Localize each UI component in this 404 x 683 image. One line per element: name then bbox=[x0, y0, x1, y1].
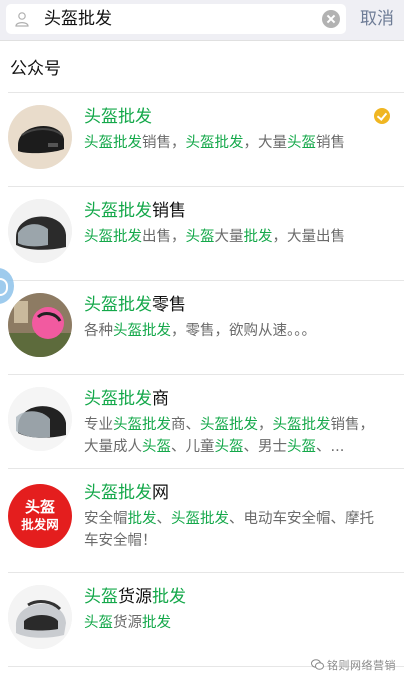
red-logo-avatar[interactable]: 头盔 批发网 bbox=[8, 484, 72, 548]
description-text: 大量 bbox=[214, 229, 244, 245]
description-text: ，大量出售 bbox=[272, 229, 346, 245]
watermark: 铭则网络营销 bbox=[311, 657, 396, 673]
search-input[interactable]: 头盔批发 bbox=[6, 4, 346, 34]
keyword-highlight: 头盔批发 bbox=[84, 201, 152, 221]
verified-icon bbox=[374, 108, 390, 124]
description-text: 、儿童 bbox=[171, 439, 215, 455]
keyword-highlight: 头盔 bbox=[84, 587, 118, 607]
result-title[interactable]: 头盔货源批发 bbox=[84, 586, 186, 608]
matte-helmet-avatar[interactable] bbox=[8, 199, 72, 263]
result-row[interactable]: 头盔批发商 专业头盔批发商、头盔批发，头盔批发销售，大量成人头盔、儿童头盔、男士头… bbox=[0, 374, 404, 468]
description-text: 安全帽 bbox=[84, 511, 128, 527]
black-helmet-avatar[interactable] bbox=[8, 105, 72, 169]
description-text: 、男士 bbox=[243, 439, 288, 455]
result-description: 专业头盔批发商、头盔批发，头盔批发销售，大量成人头盔、儿童头盔、男士头盔、... bbox=[84, 414, 384, 458]
pink-helmet-avatar[interactable] bbox=[8, 293, 72, 357]
result-row[interactable]: 头盔批发 头盔批发销售，头盔批发，大量头盔销售 bbox=[0, 92, 404, 186]
avatar-logo-text: 批发网 bbox=[21, 517, 59, 532]
title-text: 网 bbox=[152, 483, 169, 503]
description-text: 货源 bbox=[113, 615, 142, 631]
keyword-highlight: 头盔 bbox=[287, 439, 316, 455]
keyword-highlight: 头盔批发 bbox=[84, 107, 152, 127]
keyword-highlight: 头盔批发 bbox=[185, 135, 244, 151]
title-text: 零售 bbox=[152, 295, 186, 315]
search-query[interactable]: 头盔批发 bbox=[44, 8, 112, 30]
description-text: ，零售，欲购从速。。。 bbox=[171, 323, 316, 339]
description-text: 出售， bbox=[142, 229, 186, 245]
keyword-highlight: 批发 bbox=[142, 615, 171, 631]
title-text: 货源 bbox=[118, 587, 152, 607]
keyword-highlight: 头盔批发 bbox=[84, 389, 152, 409]
result-title[interactable]: 头盔批发零售 bbox=[84, 294, 186, 316]
keyword-highlight: 头盔 bbox=[214, 439, 244, 455]
contact-search-icon bbox=[15, 12, 29, 27]
clear-icon[interactable] bbox=[322, 10, 340, 28]
result-row[interactable]: 头盔货源批发 头盔货源批发 bbox=[0, 572, 404, 666]
keyword-highlight: 头盔批发 bbox=[84, 483, 152, 503]
keyword-highlight: 头盔 bbox=[84, 615, 113, 631]
result-title[interactable]: 头盔批发商 bbox=[84, 388, 169, 410]
keyword-highlight: 头盔批发 bbox=[200, 417, 258, 433]
cancel-button[interactable]: 取消 bbox=[360, 7, 394, 31]
result-title[interactable]: 头盔批发 bbox=[84, 106, 152, 128]
result-row[interactable]: 头盔 批发网 头盔批发网 安全帽批发、头盔批发、电动车安全帽、摩托车安全帽！ bbox=[0, 468, 404, 572]
keyword-highlight: 批发 bbox=[152, 587, 186, 607]
description-text: 各种 bbox=[84, 323, 113, 339]
keyword-highlight: 批发 bbox=[243, 229, 273, 245]
keyword-highlight: 头盔批发 bbox=[272, 417, 331, 433]
keyword-highlight: 批发 bbox=[127, 511, 157, 527]
result-description: 头盔批发出售，头盔大量批发，大量出售 bbox=[84, 226, 384, 248]
keyword-highlight: 头盔 bbox=[142, 439, 171, 455]
result-description: 头盔批发销售，头盔批发，大量头盔销售 bbox=[84, 132, 384, 154]
description-text: ， bbox=[258, 417, 273, 433]
keyword-highlight: 头盔批发 bbox=[171, 511, 229, 527]
description-text: 商、 bbox=[171, 417, 200, 433]
keyword-highlight: 头盔 bbox=[185, 229, 215, 245]
watermark-text: 铭则网络营销 bbox=[327, 659, 396, 672]
keyword-highlight: 头盔批发 bbox=[84, 135, 142, 151]
wechat-icon bbox=[311, 659, 324, 670]
description-text: 、... bbox=[316, 439, 345, 455]
keyword-highlight: 头盔批发 bbox=[84, 229, 142, 245]
title-text: 商 bbox=[152, 389, 169, 409]
result-description: 安全帽批发、头盔批发、电动车安全帽、摩托车安全帽！ bbox=[84, 508, 384, 552]
keyword-highlight: 头盔批发 bbox=[113, 323, 171, 339]
result-description: 头盔货源批发 bbox=[84, 612, 384, 634]
result-title[interactable]: 头盔批发网 bbox=[84, 482, 169, 504]
result-row[interactable]: 头盔批发零售 各种头盔批发，零售，欲购从速。。。 bbox=[0, 280, 404, 374]
result-title[interactable]: 头盔批发销售 bbox=[84, 200, 186, 222]
description-text: 专业 bbox=[84, 417, 113, 433]
description-text: 销售， bbox=[142, 135, 186, 151]
result-row[interactable]: 头盔批发销售 头盔批发出售，头盔大量批发，大量出售 bbox=[0, 186, 404, 280]
keyword-highlight: 头盔 bbox=[287, 135, 316, 151]
description-text: 销售 bbox=[316, 135, 345, 151]
section-title: 公众号 bbox=[10, 59, 61, 79]
avatar-logo-text: 头盔 bbox=[24, 498, 55, 516]
keyword-highlight: 头盔批发 bbox=[113, 417, 171, 433]
silver-helmet-avatar[interactable] bbox=[8, 585, 72, 649]
description-text: 、 bbox=[156, 511, 172, 527]
keyword-highlight: 头盔批发 bbox=[84, 295, 152, 315]
title-text: 销售 bbox=[152, 201, 186, 221]
result-description: 各种头盔批发，零售，欲购从速。。。 bbox=[84, 320, 384, 342]
description-text: ，大量 bbox=[243, 135, 288, 151]
visor-helmet-avatar[interactable] bbox=[8, 387, 72, 451]
search-bar: 头盔批发 取消 bbox=[0, 0, 404, 41]
